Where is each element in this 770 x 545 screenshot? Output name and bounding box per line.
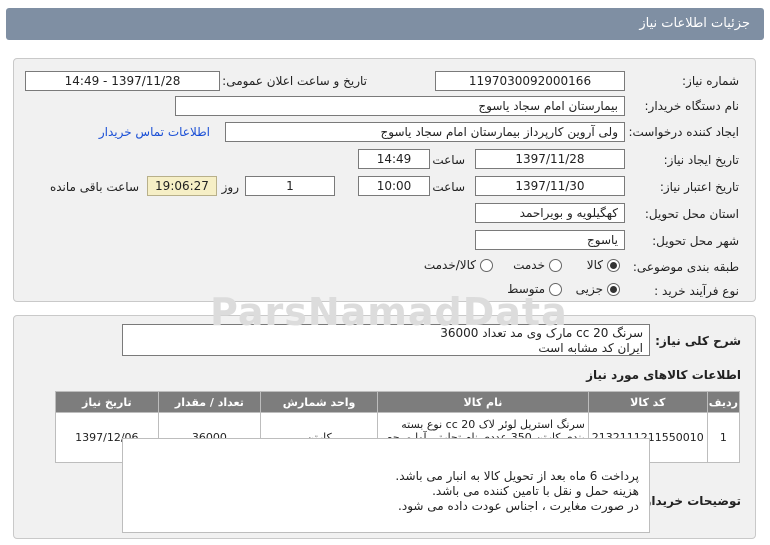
city-field[interactable]: یاسوج	[475, 230, 625, 250]
note-line: پرداخت 6 ماه بعد از تحویل کالا به انبار …	[395, 469, 639, 483]
column-header: نام کالا	[377, 391, 589, 413]
province-label: استان محل تحویل:	[644, 207, 739, 221]
page-title: جزئیات اطلاعات نیاز	[6, 8, 764, 40]
process-option-medium[interactable]: متوسط	[507, 282, 562, 296]
category-option-service[interactable]: خدمت	[513, 258, 562, 272]
items-section-title: اطلاعات کالاهای مورد نیاز	[586, 368, 741, 382]
created-time-label: ساعت	[432, 153, 465, 167]
category-option-goods-service[interactable]: کالا/خدمت	[424, 258, 493, 272]
validity-date-label: تاریخ اعتبار نیاز:	[659, 180, 739, 194]
category-option-goods[interactable]: کالا	[587, 258, 620, 272]
city-label: شهر محل تحویل:	[652, 234, 739, 248]
need-details-page: جزئیات اطلاعات نیاز شماره نیاز: 11970300…	[0, 0, 770, 545]
requester-field[interactable]: ولی آروین کارپرداز بیمارستان امام سجاد ی…	[225, 122, 625, 142]
created-date-field[interactable]: 1397/11/28	[475, 149, 625, 169]
radio-icon	[549, 258, 562, 272]
cell-row-number: 1	[706, 412, 741, 463]
created-date-label: تاریخ ایجاد نیاز:	[663, 153, 739, 167]
need-info-panel: شماره نیاز: 1197030092000166 تاریخ و ساع…	[13, 58, 756, 302]
buyer-org-label: نام دستگاه خریدار:	[644, 99, 740, 113]
buyer-notes-label: توضیحات خریدار:	[639, 494, 741, 508]
note-line: هزینه حمل و نقل با تامین کننده می باشد.	[432, 484, 639, 498]
requester-label: ایجاد کننده درخواست:	[628, 125, 739, 139]
column-header: واحد شمارش	[260, 391, 379, 413]
need-items-panel: شرح کلی نیاز: سرنگ cc 20 مارک وی مد تعدا…	[13, 315, 756, 539]
radio-checked-icon	[607, 258, 620, 272]
column-header: تاریخ نیاز	[55, 391, 159, 413]
province-field[interactable]: کهگیلویه و بویراحمد	[475, 203, 625, 223]
summary-line: سرنگ cc 20 مارک وی مد تعداد 36000	[440, 326, 643, 340]
note-line: در صورت مغایرت ، اجناس عودت داده می شود.	[398, 499, 639, 513]
table-header-row: ردیف کد کالا نام کالا واحد شمارش تعداد /…	[55, 391, 741, 413]
announce-label: تاریخ و ساعت اعلان عمومی:	[222, 74, 367, 88]
process-label: نوع فرآیند خرید :	[654, 284, 739, 298]
radio-icon	[549, 282, 562, 296]
validity-date-field[interactable]: 1397/11/30	[475, 176, 625, 196]
validity-time-label: ساعت	[432, 180, 465, 194]
announce-field[interactable]: 1397/11/28 - 14:49	[25, 71, 220, 91]
column-header: تعداد / مقدار	[157, 391, 262, 413]
need-number-field[interactable]: 1197030092000166	[435, 71, 625, 91]
remaining-time-field: 19:06:27	[147, 176, 217, 196]
summary-box: سرنگ cc 20 مارک وی مد تعداد 36000 ایران …	[122, 324, 650, 356]
need-number-label: شماره نیاز:	[682, 74, 739, 88]
remaining-label: ساعت باقی مانده	[49, 180, 139, 194]
radio-icon	[480, 258, 493, 272]
summary-label: شرح کلی نیاز:	[655, 334, 741, 348]
category-label: طبقه بندی موضوعی:	[632, 260, 739, 274]
column-header: ردیف	[706, 391, 741, 413]
process-option-minor[interactable]: جزیی	[576, 282, 620, 296]
buyer-notes-box: پرداخت 6 ماه بعد از تحویل کالا به انبار …	[122, 438, 650, 533]
created-time-field[interactable]: 14:49	[358, 149, 430, 169]
days-field[interactable]: 1	[245, 176, 335, 196]
buyer-contact-link[interactable]: اطلاعات تماس خریدار	[99, 125, 210, 139]
summary-line: ایران کد مشابه است	[538, 341, 643, 355]
validity-time-field[interactable]: 10:00	[358, 176, 430, 196]
buyer-org-field[interactable]: بیمارستان امام سجاد یاسوج	[175, 96, 625, 116]
column-header: کد کالا	[587, 391, 708, 413]
radio-checked-icon	[607, 282, 620, 296]
